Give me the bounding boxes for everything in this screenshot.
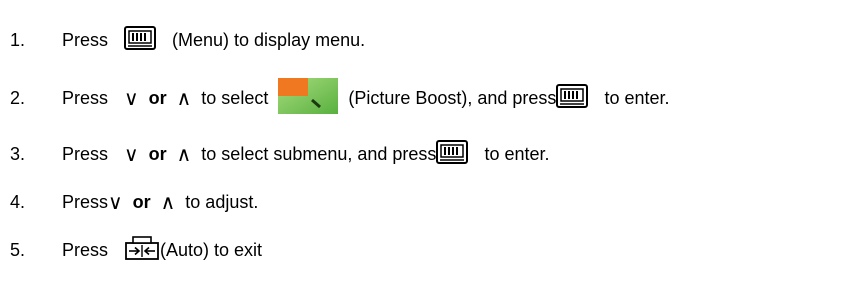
press-text: Press	[62, 143, 109, 164]
press-text: Press	[62, 239, 109, 260]
step-number: 5.	[10, 239, 26, 260]
select-text: to select submenu, and press	[201, 143, 437, 164]
select-text: to select	[201, 87, 269, 108]
up-arrow-icon: ∧	[176, 142, 192, 166]
instruction-text: (Picture Boost), and press	[348, 87, 557, 108]
step-text: Press ∨ or ∧ to select submenu, and pres…	[62, 139, 550, 169]
or-text: or	[132, 191, 151, 212]
step-number: 2.	[10, 87, 26, 108]
press-text: Press	[62, 29, 109, 50]
step-text: Press ∨ or ∧ to select (Picture Boost), …	[62, 77, 670, 119]
step-number: 1.	[10, 29, 26, 50]
instruction-text: to adjust.	[185, 191, 259, 212]
up-arrow-icon: ∧	[160, 190, 176, 214]
menu-button-icon	[124, 25, 157, 55]
step-text: Press ∨ or ∧ to adjust.	[62, 192, 258, 213]
step-number: 4.	[10, 191, 26, 212]
instruction-text: (Menu) to display menu.	[172, 29, 366, 50]
menu-button-icon	[556, 83, 589, 113]
or-text: or	[148, 87, 167, 108]
auto-button-icon	[124, 235, 160, 266]
instruction-page: { "steps": [ { "number": "1.", "press": …	[0, 0, 850, 287]
step-text: Press (Menu) to display menu.	[62, 25, 366, 55]
down-arrow-icon: ∨	[124, 142, 139, 166]
instruction-text: (Auto) to exit	[160, 239, 263, 260]
enter-text: to enter.	[604, 87, 670, 108]
down-arrow-icon: ∨	[108, 190, 123, 214]
picture-boost-icon	[278, 77, 339, 119]
press-text: Press	[62, 87, 109, 108]
step-number: 3.	[10, 143, 26, 164]
down-arrow-icon: ∨	[124, 86, 139, 110]
or-text: or	[148, 143, 167, 164]
menu-button-icon	[436, 139, 469, 169]
up-arrow-icon: ∧	[176, 86, 192, 110]
press-text: Press	[62, 191, 109, 212]
step-text: Press (Auto) to exit	[62, 235, 262, 266]
enter-text: to enter.	[484, 143, 550, 164]
